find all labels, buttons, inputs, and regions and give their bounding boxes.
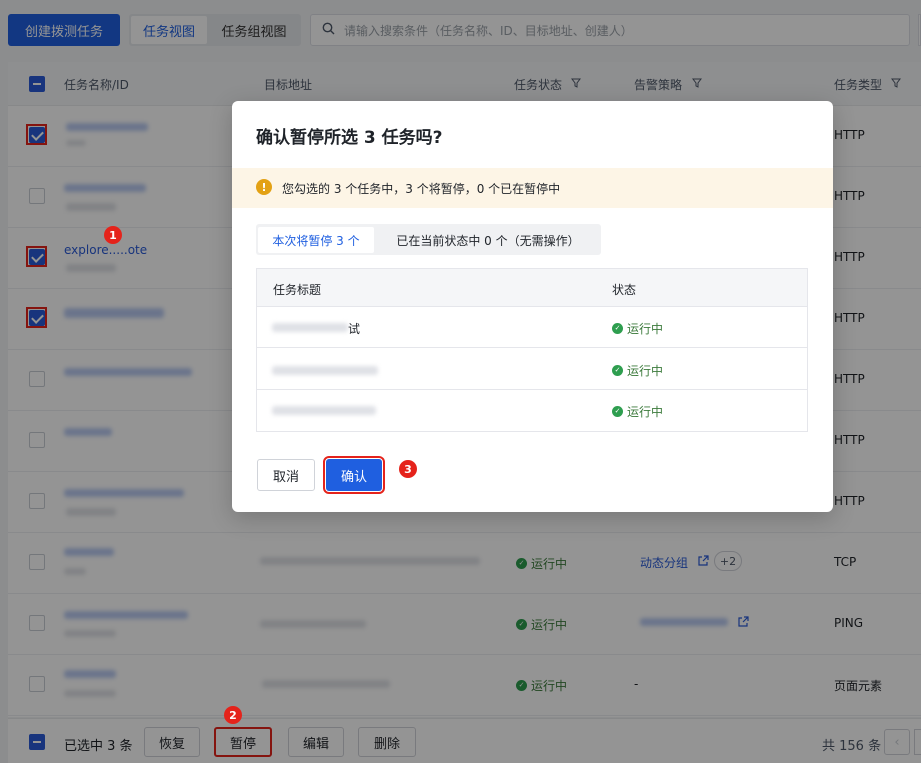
dialog-row-1-title: [272, 323, 348, 332]
dialog-col-title: 任务标题: [273, 283, 322, 297]
dialog-row-1-title-suffix: 试: [348, 322, 361, 336]
annotation-badge-1: 1: [104, 226, 122, 244]
dialog-row-2-status: ✓ 运行中: [612, 362, 663, 379]
tab-already-paused[interactable]: 已在当前状态中 0 个（无需操作）: [378, 227, 598, 253]
dialog-table-header: [257, 269, 807, 307]
dialog-row-3-title: [272, 406, 376, 415]
dialog-row-2-title: [272, 366, 378, 375]
check-circle-icon: ✓: [612, 323, 623, 334]
cancel-button[interactable]: 取消: [257, 459, 315, 491]
dialog-col-status: 状态: [612, 283, 637, 297]
warning-text: 您勾选的 3 个任务中，3 个将暂停，0 个已在暂停中: [282, 182, 561, 196]
annotation-badge-2: 2: [224, 706, 242, 724]
confirm-button[interactable]: 确认: [323, 456, 385, 494]
check-circle-icon: ✓: [612, 406, 623, 417]
warning-icon: !: [256, 179, 272, 195]
dialog-row-3-status: ✓ 运行中: [612, 403, 663, 420]
dialog-title: 确认暂停所选 3 任务吗?: [256, 128, 443, 148]
check-circle-icon: ✓: [612, 365, 623, 376]
annotation-badge-3: 3: [399, 460, 417, 478]
dialog-row-1-status-text: 运行中: [627, 322, 664, 336]
tab-to-pause[interactable]: 本次将暂停 3 个: [258, 227, 374, 253]
dialog-row-1-status: ✓ 运行中: [612, 320, 663, 337]
dialog-row-3-status-text: 运行中: [627, 405, 664, 419]
dialog-row-2-status-text: 运行中: [627, 364, 664, 378]
